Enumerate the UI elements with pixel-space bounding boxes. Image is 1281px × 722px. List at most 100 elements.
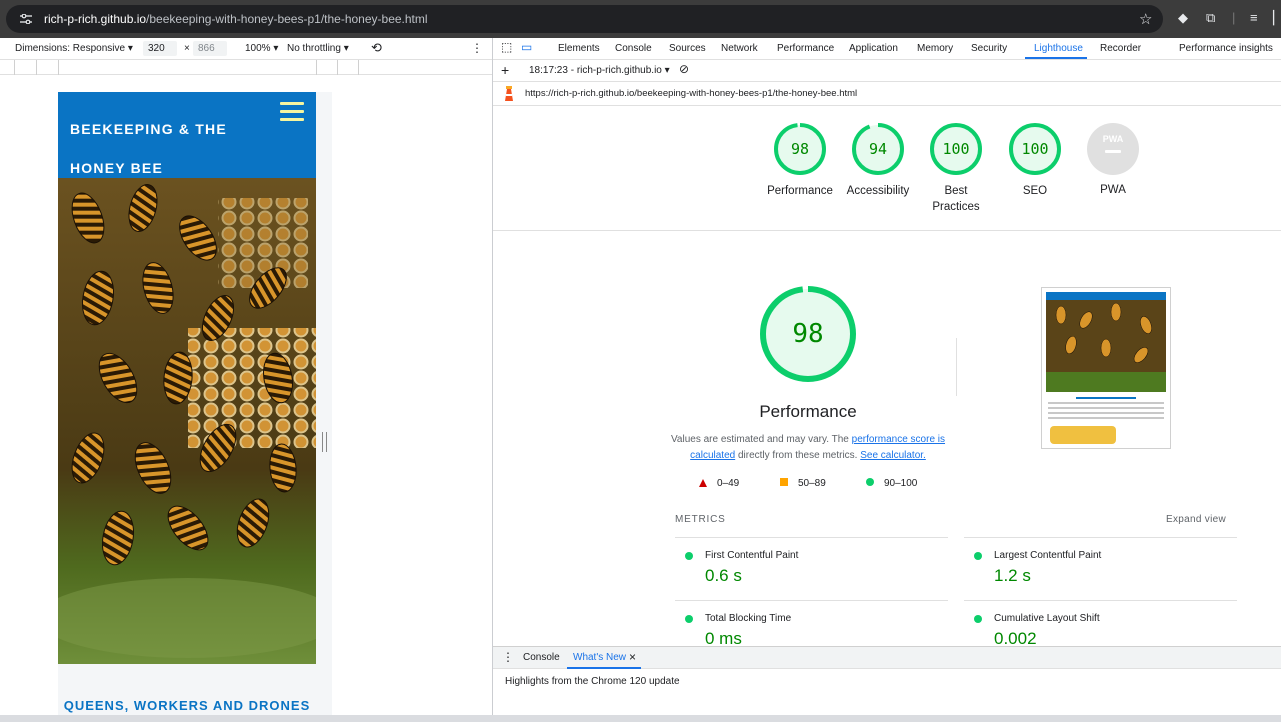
bookmark-star-icon[interactable]: ☆ bbox=[1139, 10, 1152, 28]
gauge-pwa[interactable]: PWA PWA bbox=[1073, 122, 1153, 198]
drawer-tab-console[interactable]: Console bbox=[523, 652, 560, 663]
lighthouse-logo-icon bbox=[505, 86, 513, 101]
tab-network[interactable]: Network bbox=[721, 43, 758, 54]
tab-elements[interactable]: Elements bbox=[558, 43, 600, 54]
pass-circle-icon bbox=[866, 478, 874, 486]
dimensions-label: Dimensions: Responsive bbox=[15, 43, 126, 54]
pass-circle-icon bbox=[974, 552, 982, 560]
performance-description: Values are estimated and may vary. The p… bbox=[663, 432, 953, 464]
dimensions-dropdown[interactable]: Dimensions: Responsive ▾ bbox=[15, 43, 133, 54]
height-value: 866 bbox=[198, 43, 215, 54]
rotate-icon[interactable]: ⟲ bbox=[371, 40, 382, 56]
tab-memory[interactable]: Memory bbox=[917, 43, 953, 54]
url-text[interactable]: rich-p-rich.github.io/beekeeping-with-ho… bbox=[44, 12, 428, 26]
metrics-heading: METRICS bbox=[675, 514, 726, 525]
legend-fail: 0–49 bbox=[699, 478, 739, 489]
gauge-accessibility[interactable]: 94 Accessibility bbox=[838, 122, 918, 199]
inspect-element-icon[interactable]: ⬚ bbox=[501, 40, 512, 54]
extensions-puzzle-icon[interactable]: ⧉ bbox=[1206, 10, 1215, 26]
device-viewport: BEEKEEPING & THE HONEY BEE QUEENS, WORKE… bbox=[0, 75, 492, 715]
throttling-dropdown[interactable]: No throttling ▾ bbox=[287, 43, 349, 54]
close-tab-icon[interactable]: × bbox=[629, 650, 636, 664]
report-selector[interactable]: 18:17:23 - rich-p-rich.github.io ▾ bbox=[529, 65, 670, 76]
url-host: rich-p-rich.github.io bbox=[44, 12, 147, 26]
gauge-best-practices[interactable]: 100 Best Practices bbox=[916, 122, 996, 215]
metrics-divider bbox=[964, 600, 1237, 601]
hamburger-menu-icon[interactable] bbox=[280, 102, 304, 122]
fail-triangle-icon bbox=[699, 479, 707, 487]
metric-value: 0.6 s bbox=[705, 566, 742, 585]
device-toggle-icon[interactable]: ▭ bbox=[521, 40, 532, 54]
new-report-icon[interactable]: + bbox=[501, 62, 509, 78]
performance-title: Performance bbox=[759, 402, 857, 421]
metric-name: Largest Contentful Paint bbox=[994, 550, 1102, 561]
average-square-icon bbox=[780, 478, 788, 486]
report-selector-label: 18:17:23 - rich-p-rich.github.io bbox=[529, 65, 662, 76]
devtools-tabbar: ⬚ ▭ Elements Console Sources Network Per… bbox=[493, 38, 1281, 60]
emulated-page: BEEKEEPING & THE HONEY BEE QUEENS, WORKE… bbox=[58, 92, 316, 715]
metrics-divider bbox=[964, 537, 1237, 538]
address-bar[interactable]: rich-p-rich.github.io/beekeeping-with-ho… bbox=[6, 5, 1163, 33]
zoom-dropdown[interactable]: 100% ▾ bbox=[245, 43, 278, 54]
site-header: BEEKEEPING & THE HONEY BEE bbox=[58, 92, 316, 178]
drawer-active-indicator bbox=[567, 667, 641, 669]
gauge-score: 100 bbox=[942, 140, 970, 158]
tab-console[interactable]: Console bbox=[615, 43, 652, 54]
metrics-divider bbox=[675, 537, 948, 538]
gauge-label: PWA bbox=[1100, 184, 1126, 196]
pass-circle-icon bbox=[685, 552, 693, 560]
lighthouse-url-bar: https://rich-p-rich.github.io/beekeeping… bbox=[493, 82, 1281, 106]
legend-fail-label: 0–49 bbox=[717, 478, 740, 489]
final-screenshot-thumbnail[interactable] bbox=[1041, 287, 1171, 449]
tab-sources[interactable]: Sources bbox=[669, 43, 706, 54]
see-calculator-link[interactable]: See calculator. bbox=[860, 450, 926, 461]
media-query-ruler[interactable] bbox=[0, 60, 492, 75]
gauge-label: Best Practices bbox=[932, 185, 980, 213]
gauge-seo[interactable]: 100 SEO bbox=[995, 122, 1075, 199]
whats-new-text: Highlights from the Chrome 120 update bbox=[505, 676, 680, 687]
drawer-tab-whats-new[interactable]: What's New bbox=[573, 652, 626, 663]
tab-application[interactable]: Application bbox=[849, 43, 898, 54]
metric-value: 0 ms bbox=[705, 629, 742, 646]
tab-performance-insights[interactable]: Performance insights bbox=[1179, 43, 1273, 54]
tab-recorder[interactable]: Recorder bbox=[1100, 43, 1141, 54]
vertical-separator bbox=[956, 338, 957, 396]
resize-handle[interactable] bbox=[322, 432, 327, 452]
window-bottom-edge bbox=[0, 715, 1281, 722]
width-value: 320 bbox=[148, 43, 165, 54]
expand-view-toggle[interactable]: Expand view bbox=[1166, 514, 1226, 525]
devtools-panel: ⬚ ▭ Elements Console Sources Network Per… bbox=[492, 38, 1281, 715]
more-options-icon[interactable]: ⋮ bbox=[471, 41, 483, 55]
profile-icon[interactable]: ▏ bbox=[1273, 10, 1281, 26]
site-brand[interactable]: BEEKEEPING & THE HONEY BEE bbox=[70, 110, 260, 188]
desc-mid: directly from these metrics. bbox=[735, 450, 861, 461]
devtools-drawer: ⋮ Console What's New × Highlights from t… bbox=[493, 646, 1281, 715]
gauge-performance[interactable]: 98 Performance bbox=[760, 122, 840, 199]
metric-value: 0.002 bbox=[994, 629, 1037, 646]
metric-name: First Contentful Paint bbox=[705, 550, 799, 561]
legend-pass-label: 90–100 bbox=[884, 478, 918, 489]
gauge-score: 98 bbox=[790, 140, 810, 158]
report-url[interactable]: https://rich-p-rich.github.io/beekeeping… bbox=[525, 88, 857, 99]
metrics-divider bbox=[675, 600, 948, 601]
reading-list-icon[interactable]: ≡ bbox=[1250, 10, 1258, 25]
gauge-score: 94 bbox=[868, 140, 888, 158]
metric-name: Total Blocking Time bbox=[705, 613, 792, 624]
tab-performance[interactable]: Performance bbox=[777, 43, 834, 54]
hero-bees-image bbox=[58, 178, 316, 664]
pwa-badge-text: PWA bbox=[1102, 134, 1124, 144]
legend-pass: 90–100 bbox=[866, 478, 917, 489]
gauge-label: SEO bbox=[1022, 185, 1048, 197]
gauge-label: Performance bbox=[767, 185, 833, 197]
tab-security[interactable]: Security bbox=[971, 43, 1007, 54]
section-divider bbox=[493, 230, 1281, 231]
drawer-menu-icon[interactable]: ⋮ bbox=[502, 650, 514, 664]
pwa-badge-icon: PWA bbox=[1087, 123, 1139, 175]
pass-circle-icon bbox=[974, 615, 982, 623]
extension-icon[interactable]: ◆ bbox=[1178, 10, 1188, 26]
site-info-icon[interactable] bbox=[20, 14, 32, 24]
tab-lighthouse[interactable]: Lighthouse bbox=[1034, 43, 1083, 54]
gauge-score: 100 bbox=[1021, 140, 1049, 158]
clear-reports-icon[interactable]: ⊘ bbox=[679, 62, 689, 76]
metric-value: 1.2 s bbox=[994, 566, 1031, 585]
